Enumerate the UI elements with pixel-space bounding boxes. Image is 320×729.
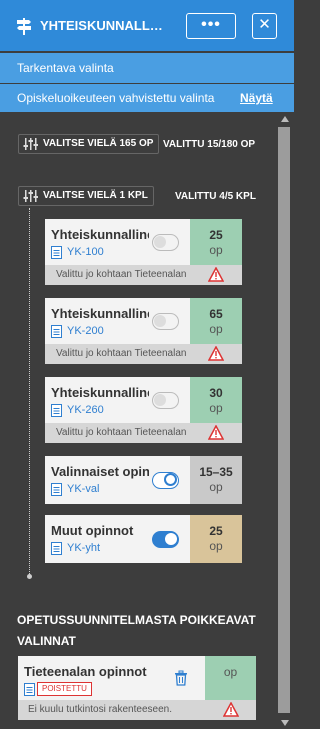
module-card-yk-yht[interactable]: Muut opinnot YK-yht 25 op (45, 515, 242, 563)
module-card-yk-val[interactable]: Valinnaiset opinnot YK-val 15–35 op (45, 456, 242, 504)
warning-icon (208, 346, 224, 361)
module-toggle[interactable] (152, 313, 179, 330)
module-code[interactable]: YK-100 (67, 246, 104, 258)
module-name: Valinnaiset opinnot (51, 464, 149, 479)
warning-row: Valittu jo kohtaan Tieteenalan opinnot (45, 344, 242, 364)
module-name: Muut opinnot (51, 523, 134, 538)
refining-selection-bar: Tarkentava valinta (0, 53, 294, 83)
module-name: Yhteiskunnallinen (51, 227, 149, 242)
credits-box: 30 op (190, 377, 242, 423)
sliders-icon (23, 190, 38, 202)
scroll-down-arrow-icon[interactable] (281, 720, 289, 726)
module-code[interactable]: YK-val (67, 483, 99, 495)
credits-box: op (205, 656, 256, 700)
module-name: Yhteiskunnallinen (51, 306, 149, 321)
warning-text: Valittu jo kohtaan Tieteenalan opinnot (56, 269, 186, 280)
confirmed-selection-label: Opiskeluoikeuteen vahvistettu valinta (17, 91, 215, 105)
credits-unit: op (223, 665, 238, 679)
credits-value: 25 (209, 228, 223, 242)
module-toggle[interactable] (152, 531, 179, 548)
module-code[interactable]: YK-260 (67, 404, 104, 416)
credits-value: 25 (209, 524, 223, 538)
document-icon (51, 404, 62, 417)
document-icon (51, 542, 62, 555)
tree-connector (29, 208, 30, 574)
app-header: YHTEISKUNNALLISE... ••• ✕ (0, 0, 294, 51)
module-toggle[interactable] (152, 392, 179, 409)
selected-credits-count: VALITTU 15/180 OP (163, 139, 256, 150)
warning-text: Valittu jo kohtaan Tieteenalan opinnot (56, 348, 186, 359)
sliders-icon (23, 138, 38, 150)
credits-box: 25 op (190, 515, 242, 563)
warning-row: Valittu jo kohtaan Tieteenalan opinnot (45, 265, 242, 285)
remaining-count-filter[interactable]: VALITSE VIELÄ 1 KPL (18, 186, 154, 206)
warning-text: Ei kuulu tutkintosi rakenteeseen. (28, 704, 172, 715)
tree-end-dot (27, 574, 32, 579)
document-icon (51, 483, 62, 496)
module-toggle[interactable] (152, 234, 179, 251)
credits-box: 25 op (190, 219, 242, 265)
signpost-icon (17, 18, 31, 35)
credits-box: 65 op (190, 298, 242, 344)
credits-value: 15–35 (199, 465, 233, 479)
deviating-selections-title: OPETUSSUUNNITELMASTA POIKKEAVAT VALINNAT (17, 613, 256, 648)
module-card-yk-260[interactable]: Yhteiskunnallinen YK-260 30 op Valittu j… (45, 377, 242, 443)
trash-icon[interactable] (174, 670, 188, 686)
module-name: Tieteenalan opinnot (24, 664, 147, 679)
module-card-yk-200[interactable]: Yhteiskunnallinen YK-200 65 op Valittu j… (45, 298, 242, 364)
more-options-button[interactable]: ••• (186, 13, 236, 39)
warning-text: Valittu jo kohtaan Tieteenalan opinnot (56, 427, 186, 438)
scroll-up-arrow-icon[interactable] (281, 116, 289, 122)
warning-row: Ei kuulu tutkintosi rakenteeseen. (18, 700, 256, 720)
remaining-count-label: VALITSE VIELÄ 1 KPL (43, 190, 148, 201)
module-code[interactable]: YK-200 (67, 325, 104, 337)
scrollbar-thumb[interactable] (278, 127, 290, 713)
credits-unit: op (209, 480, 223, 494)
credits-unit: op (209, 539, 223, 553)
removed-badge: POISTETTU (37, 682, 92, 696)
document-icon (24, 683, 35, 696)
module-code[interactable]: YK-yht (67, 542, 100, 554)
warning-icon (223, 702, 239, 717)
credits-box: 15–35 op (190, 456, 242, 504)
page-title: YHTEISKUNNALLISE... (40, 18, 165, 33)
credits-value: 30 (209, 386, 223, 400)
show-link[interactable]: Näytä (240, 84, 273, 112)
selected-count: VALITTU 4/5 KPL (175, 191, 256, 202)
remaining-credits-filter[interactable]: VALITSE VIELÄ 165 OP (18, 134, 160, 154)
document-icon (51, 325, 62, 338)
document-icon (51, 246, 62, 259)
remaining-credits-label: VALITSE VIELÄ 165 OP (43, 138, 154, 149)
credits-value: 65 (209, 307, 223, 321)
module-name: Yhteiskunnallinen (51, 385, 149, 400)
confirmed-selection-bar: Opiskeluoikeuteen vahvistettu valinta Nä… (0, 84, 294, 112)
credits-unit: op (209, 243, 223, 257)
close-button[interactable]: ✕ (252, 13, 277, 39)
credits-unit: op (209, 322, 223, 336)
module-card-yk-100[interactable]: Yhteiskunnallinen YK-100 25 op Valittu j… (45, 219, 242, 285)
warning-icon (208, 425, 224, 440)
credits-unit: op (209, 401, 223, 415)
warning-row: Valittu jo kohtaan Tieteenalan opinnot (45, 423, 242, 443)
warning-icon (208, 267, 224, 282)
module-toggle[interactable] (152, 472, 179, 489)
